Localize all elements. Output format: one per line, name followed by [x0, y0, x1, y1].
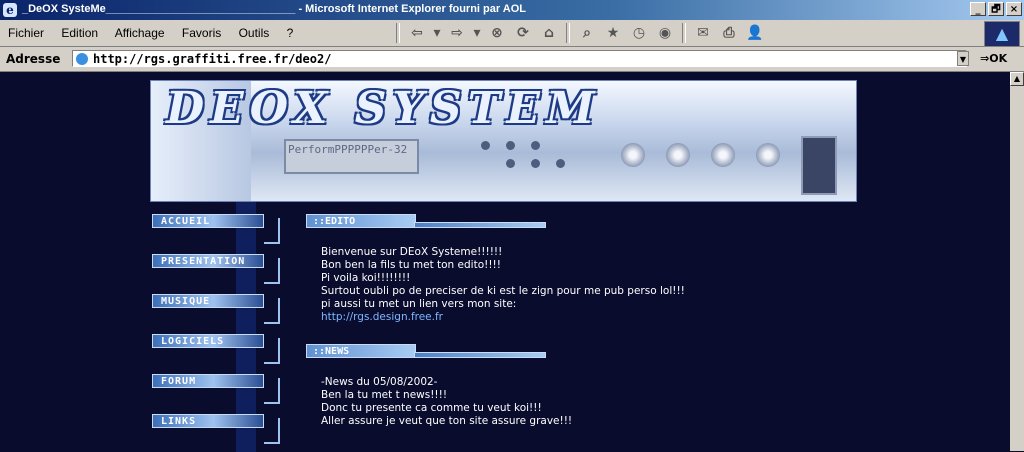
- messenger-icon[interactable]: 👤: [744, 23, 766, 43]
- nav-bracket: [264, 418, 280, 444]
- forward-arrow-icon[interactable]: ⇨: [446, 23, 468, 43]
- nav-item-logiciels[interactable]: LOGICIELS: [152, 334, 280, 364]
- nav-item-musique[interactable]: MUSIQUE: [152, 294, 280, 324]
- history-icon[interactable]: ◷: [628, 23, 650, 43]
- aol-throbber-icon: ▲: [984, 21, 1020, 47]
- go-button[interactable]: ⇒OK: [980, 52, 1007, 65]
- banner-display-panel: [801, 136, 837, 195]
- nav-bracket: [264, 338, 280, 364]
- restore-button[interactable]: 🗗: [988, 2, 1004, 16]
- nav-label[interactable]: PRESENTATION: [152, 254, 264, 268]
- banner-pad: [481, 141, 490, 150]
- edito-line: Bienvenue sur DEoX Systeme!!!!!!: [321, 246, 503, 258]
- menu-fichier[interactable]: Fichier: [8, 26, 44, 40]
- title-bar: e _DeOX SysteMe_________________________…: [0, 0, 1024, 20]
- edito-header-tail: [414, 222, 546, 228]
- site-logo: DEOX SYSTEM: [166, 83, 601, 134]
- news-heading: ::NEWS: [306, 344, 416, 358]
- toolbar-separator: [682, 23, 686, 43]
- page-content: PerformPPPPPPer-32 DEOX SYSTEM ACCUEIL P…: [0, 72, 1010, 452]
- edito-line: Pi voila koi!!!!!!!!: [321, 272, 411, 284]
- nav-bracket: [264, 258, 280, 284]
- nav-item-links[interactable]: LINKS: [152, 414, 280, 444]
- media-icon[interactable]: ◉: [654, 23, 676, 43]
- nav-bracket: [264, 218, 280, 244]
- window-title: _DeOX SysteMe___________________________…: [22, 3, 527, 15]
- edito-line: Bon ben la fils tu met ton edito!!!!: [321, 259, 501, 271]
- toolbar-separator: [396, 23, 400, 43]
- edito-heading: ::EDITO: [306, 214, 416, 228]
- banner-pad: [506, 159, 515, 168]
- address-label: Adresse: [6, 52, 61, 66]
- banner-pad: [556, 159, 565, 168]
- news-line: Ben la tu met t news!!!!: [321, 389, 448, 401]
- news-body: -News du 05/08/2002- Ben la tu met t new…: [321, 376, 572, 428]
- banner-pad: [531, 141, 540, 150]
- nav-bracket: [264, 298, 280, 324]
- nav-label[interactable]: LOGICIELS: [152, 334, 264, 348]
- nav-label[interactable]: FORUM: [152, 374, 264, 388]
- close-button[interactable]: ×: [1006, 2, 1022, 16]
- banner-lcd-display: PerformPPPPPPer-32: [284, 139, 419, 174]
- back-arrow-icon[interactable]: ⇦: [406, 23, 428, 43]
- search-icon[interactable]: ⌕: [576, 23, 598, 43]
- edito-link[interactable]: http://rgs.design.free.fr: [321, 311, 443, 323]
- nav-item-forum[interactable]: FORUM: [152, 374, 280, 404]
- toolbar: ⇦ ▾ ⇨ ▾ ⊗ ⟳ ⌂ ⌕ ★ ◷ ◉ ✉ ⎙ 👤: [392, 23, 768, 43]
- nav-item-presentation[interactable]: PRESENTATION: [152, 254, 280, 284]
- edito-section: ::EDITO Bienvenue sur DEoX Systeme!!!!!!…: [306, 214, 685, 324]
- scroll-up-icon[interactable]: ▲: [1010, 72, 1024, 86]
- banner-pad: [506, 141, 515, 150]
- edito-line: pi aussi tu met un lien vers mon site:: [321, 298, 517, 310]
- site-banner: PerformPPPPPPer-32 DEOX SYSTEM: [150, 80, 857, 202]
- ie-logo-icon: e: [3, 3, 17, 17]
- banner-pad: [531, 159, 540, 168]
- menu-outils[interactable]: Outils: [239, 26, 270, 40]
- banner-knob: [756, 143, 780, 167]
- banner-knob: [621, 143, 645, 167]
- nav-label[interactable]: MUSIQUE: [152, 294, 264, 308]
- news-section: ::NEWS -News du 05/08/2002- Ben la tu me…: [306, 344, 572, 428]
- nav-item-accueil[interactable]: ACCUEIL: [152, 214, 280, 244]
- menu-edition[interactable]: Edition: [61, 26, 98, 40]
- menu-toolbar: Fichier Edition Affichage Favoris Outils…: [0, 20, 1024, 47]
- banner-knob: [711, 143, 735, 167]
- news-line: Aller assure je veut que ton site assure…: [321, 415, 573, 427]
- vertical-scrollbar[interactable]: ▲: [1010, 72, 1024, 451]
- favorites-icon[interactable]: ★: [602, 23, 624, 43]
- edito-line: Surtout oubli po de preciser de ki est l…: [321, 285, 685, 297]
- minimize-button[interactable]: _: [970, 2, 986, 16]
- refresh-icon[interactable]: ⟳: [512, 23, 534, 43]
- address-bar: Adresse ▼ ⇒OK: [0, 47, 1024, 72]
- news-header: ::NEWS: [306, 344, 546, 360]
- edito-body: Bienvenue sur DEoX Systeme!!!!!! Bon ben…: [321, 246, 685, 324]
- mail-icon[interactable]: ✉: [692, 23, 714, 43]
- menu-bar: Fichier Edition Affichage Favoris Outils…: [8, 26, 307, 40]
- menu-favoris[interactable]: Favoris: [182, 26, 221, 40]
- go-label: OK: [989, 52, 1008, 65]
- nav-bracket: [264, 378, 280, 404]
- nav-label[interactable]: LINKS: [152, 414, 264, 428]
- edito-header: ::EDITO: [306, 214, 546, 230]
- back-dropdown-icon[interactable]: ▾: [432, 23, 442, 43]
- forward-dropdown-icon[interactable]: ▾: [472, 23, 482, 43]
- menu-help[interactable]: ?: [287, 26, 294, 40]
- nav-label[interactable]: ACCUEIL: [152, 214, 264, 228]
- address-input[interactable]: [93, 51, 953, 66]
- news-line: Donc tu presente ca comme tu veut koi!!!: [321, 402, 542, 414]
- banner-knob: [666, 143, 690, 167]
- address-dropdown-icon[interactable]: ▼: [957, 51, 969, 66]
- news-header-tail: [414, 352, 546, 358]
- news-line: -News du 05/08/2002-: [321, 376, 438, 388]
- menu-affichage[interactable]: Affichage: [115, 26, 165, 40]
- address-field[interactable]: [72, 50, 967, 67]
- home-icon[interactable]: ⌂: [538, 23, 560, 43]
- stop-icon[interactable]: ⊗: [486, 23, 508, 43]
- toolbar-separator: [566, 23, 570, 43]
- page-icon: [76, 53, 88, 65]
- print-icon[interactable]: ⎙: [718, 23, 740, 43]
